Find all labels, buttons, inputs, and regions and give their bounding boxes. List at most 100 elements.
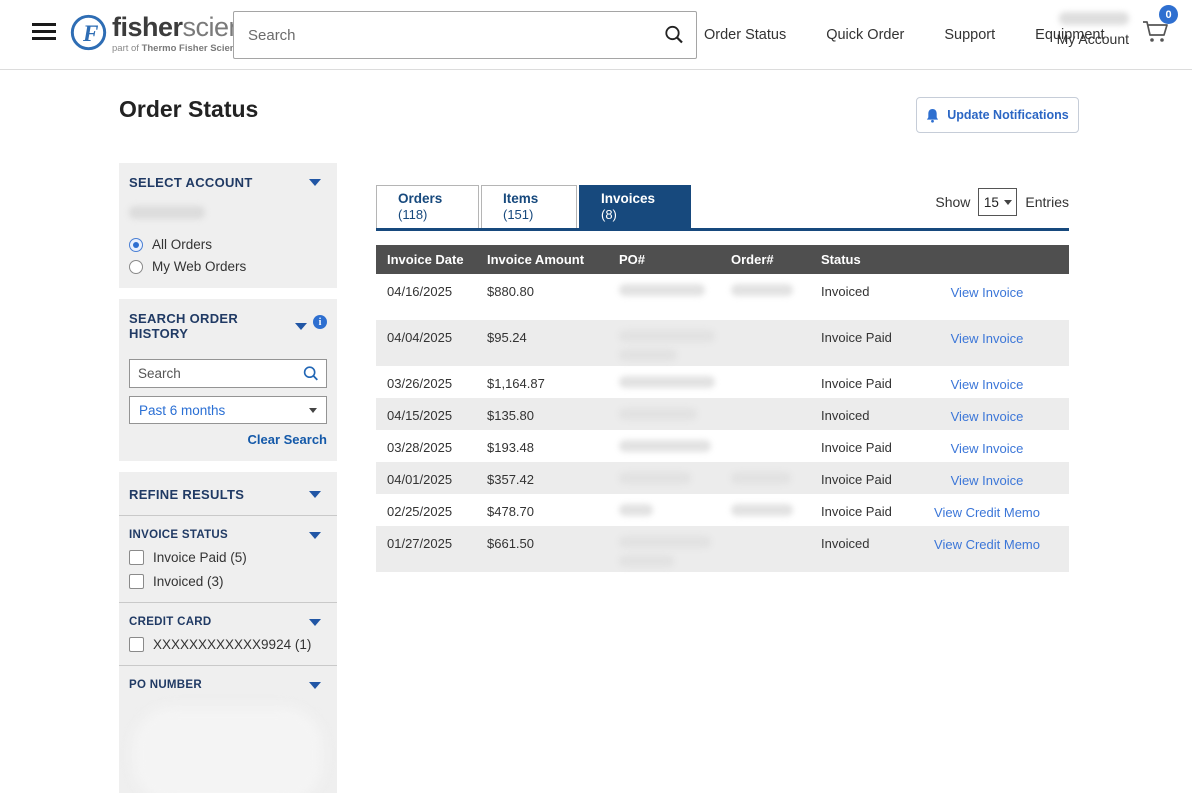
invoice-action-cell: View Invoice [905,408,1069,426]
checkbox-label: Invoiced (3) [153,574,224,589]
select-account-section: SELECT ACCOUNT All Orders My Web Orders [119,163,337,288]
search-order-history-header[interactable]: SEARCH ORDER HISTORY i [129,311,327,341]
po-number-redacted [619,440,711,452]
order-number-redacted [731,504,793,516]
checkbox-icon[interactable] [129,574,144,589]
account-area[interactable]: My Account [1053,10,1129,47]
checkbox-icon[interactable] [129,550,144,565]
select-account-header[interactable]: SELECT ACCOUNT [129,175,327,190]
invoice-action-cell: View Invoice [905,472,1069,490]
invoice-amount-cell: $193.48 [476,440,608,455]
invoice-amount-cell: $880.80 [476,284,608,299]
credit-card-option[interactable]: XXXXXXXXXXXX9924 (1) [129,637,327,652]
chevron-down-icon [309,491,321,498]
update-notifications-button[interactable]: Update Notifications [916,97,1079,133]
invoice-row: 04/01/2025$357.42Invoice PaidView Invoic… [376,462,1069,494]
view-invoice-link[interactable]: View Invoice [951,409,1024,424]
invoice-action-cell: View Invoice [905,330,1069,348]
date-range-select[interactable]: Past 6 months [129,396,327,424]
view-invoice-link[interactable]: View Invoice [951,331,1024,346]
search-order-history-section: SEARCH ORDER HISTORY i Past 6 months Cle… [119,299,337,461]
invoices-table-header: Invoice Date Invoice Amount PO# Order# S… [376,245,1069,274]
tab-orders[interactable]: Orders(118) [376,185,479,228]
radio-button-icon[interactable] [129,260,143,274]
invoice-row: 02/25/2025$478.70Invoice PaidView Credit… [376,494,1069,526]
radio-button-icon[interactable] [129,238,143,252]
search-submit-button[interactable] [652,12,696,58]
invoice-status-header[interactable]: INVOICE STATUS [129,529,327,541]
chevron-down-icon [1004,200,1012,205]
invoice-date-cell: 03/26/2025 [376,376,476,391]
po-number-redacted [619,555,674,567]
search-icon [663,24,685,46]
view-credit-memo-link[interactable]: View Credit Memo [934,537,1040,552]
invoice-row: 03/26/2025$1,164.87Invoice PaidView Invo… [376,366,1069,398]
invoice-status-cell: Invoiced [810,536,905,551]
invoice-amount-cell: $661.50 [476,536,608,551]
view-credit-memo-link[interactable]: View Credit Memo [934,505,1040,520]
invoice-amount-cell: $95.24 [476,330,608,345]
info-icon[interactable]: i [313,315,327,329]
account-number-redacted [129,206,205,219]
po-number-redacted [619,349,677,361]
invoice-row: 04/16/2025$880.80InvoicedView Invoice [376,274,1069,320]
nav-link-order-status[interactable]: Order Status [704,27,786,43]
search-order-history-title: SEARCH ORDER HISTORY [129,311,295,341]
po-number-redacted [619,330,715,342]
invoice-action-cell: View Invoice [905,440,1069,458]
credit-card-title: CREDIT CARD [129,616,212,628]
tab-items[interactable]: Items(151) [481,185,577,228]
invoice-amount-cell: $357.42 [476,472,608,487]
po-number-cell [608,472,720,484]
bell-icon [926,108,939,123]
invoice-status-option[interactable]: Invoice Paid (5) [129,550,327,565]
checkbox-icon[interactable] [129,637,144,652]
invoice-amount-cell: $478.70 [476,504,608,519]
invoice-date-cell: 03/28/2025 [376,440,476,455]
entries-per-page-select[interactable]: 15 [978,188,1017,216]
top-header: F fisherscientific part of Thermo Fisher… [0,0,1192,70]
chevron-down-icon [295,323,307,330]
invoice-action-cell: View Invoice [905,376,1069,394]
radio-my-web-orders[interactable]: My Web Orders [129,259,327,274]
po-number-redacted [619,284,705,296]
invoice-status-cell: Invoice Paid [810,330,905,345]
nav-link-quick-order[interactable]: Quick Order [826,27,904,43]
result-tabs: Orders(118) Items(151) Invoices(8) Show … [376,185,1069,228]
tab-invoices[interactable]: Invoices(8) [579,185,691,228]
cart-button[interactable]: 0 [1140,16,1174,50]
view-invoice-link[interactable]: View Invoice [951,377,1024,392]
po-number-cell [608,408,720,420]
view-invoice-link[interactable]: View Invoice [951,285,1024,300]
my-account-link[interactable]: My Account [1053,31,1129,47]
checkbox-label: XXXXXXXXXXXX9924 (1) [153,637,311,652]
page-title: Order Status [119,96,258,123]
invoice-status-cell: Invoiced [810,408,905,423]
chevron-down-icon [309,408,317,413]
refine-results-title: REFINE RESULTS [129,487,244,502]
invoice-row: 04/15/2025$135.80InvoicedView Invoice [376,398,1069,430]
order-number-cell [720,284,810,296]
radio-all-orders[interactable]: All Orders [129,237,327,252]
date-range-value: Past 6 months [139,403,225,418]
invoice-status-cell: Invoiced [810,284,905,299]
view-invoice-link[interactable]: View Invoice [951,473,1024,488]
invoice-status-cell: Invoice Paid [810,504,905,519]
invoice-row: 01/27/2025$661.50InvoicedView Credit Mem… [376,526,1069,572]
global-search-input[interactable] [234,27,652,44]
invoice-status-option[interactable]: Invoiced (3) [129,574,327,589]
clear-search-link[interactable]: Clear Search [129,432,327,447]
global-search-box [233,11,697,59]
nav-link-support[interactable]: Support [944,27,995,43]
po-number-header[interactable]: PO NUMBER [129,679,327,691]
hamburger-menu-icon[interactable] [32,23,56,40]
chevron-down-icon [309,532,321,539]
po-number-title: PO NUMBER [129,679,202,691]
po-number-redacted [619,504,653,516]
invoice-action-cell: View Invoice [905,284,1069,302]
order-history-search-input[interactable] [130,366,296,381]
credit-card-header[interactable]: CREDIT CARD [129,616,327,628]
refine-results-header[interactable]: REFINE RESULTS [129,487,327,502]
view-invoice-link[interactable]: View Invoice [951,441,1024,456]
order-history-search-button[interactable] [296,365,326,383]
